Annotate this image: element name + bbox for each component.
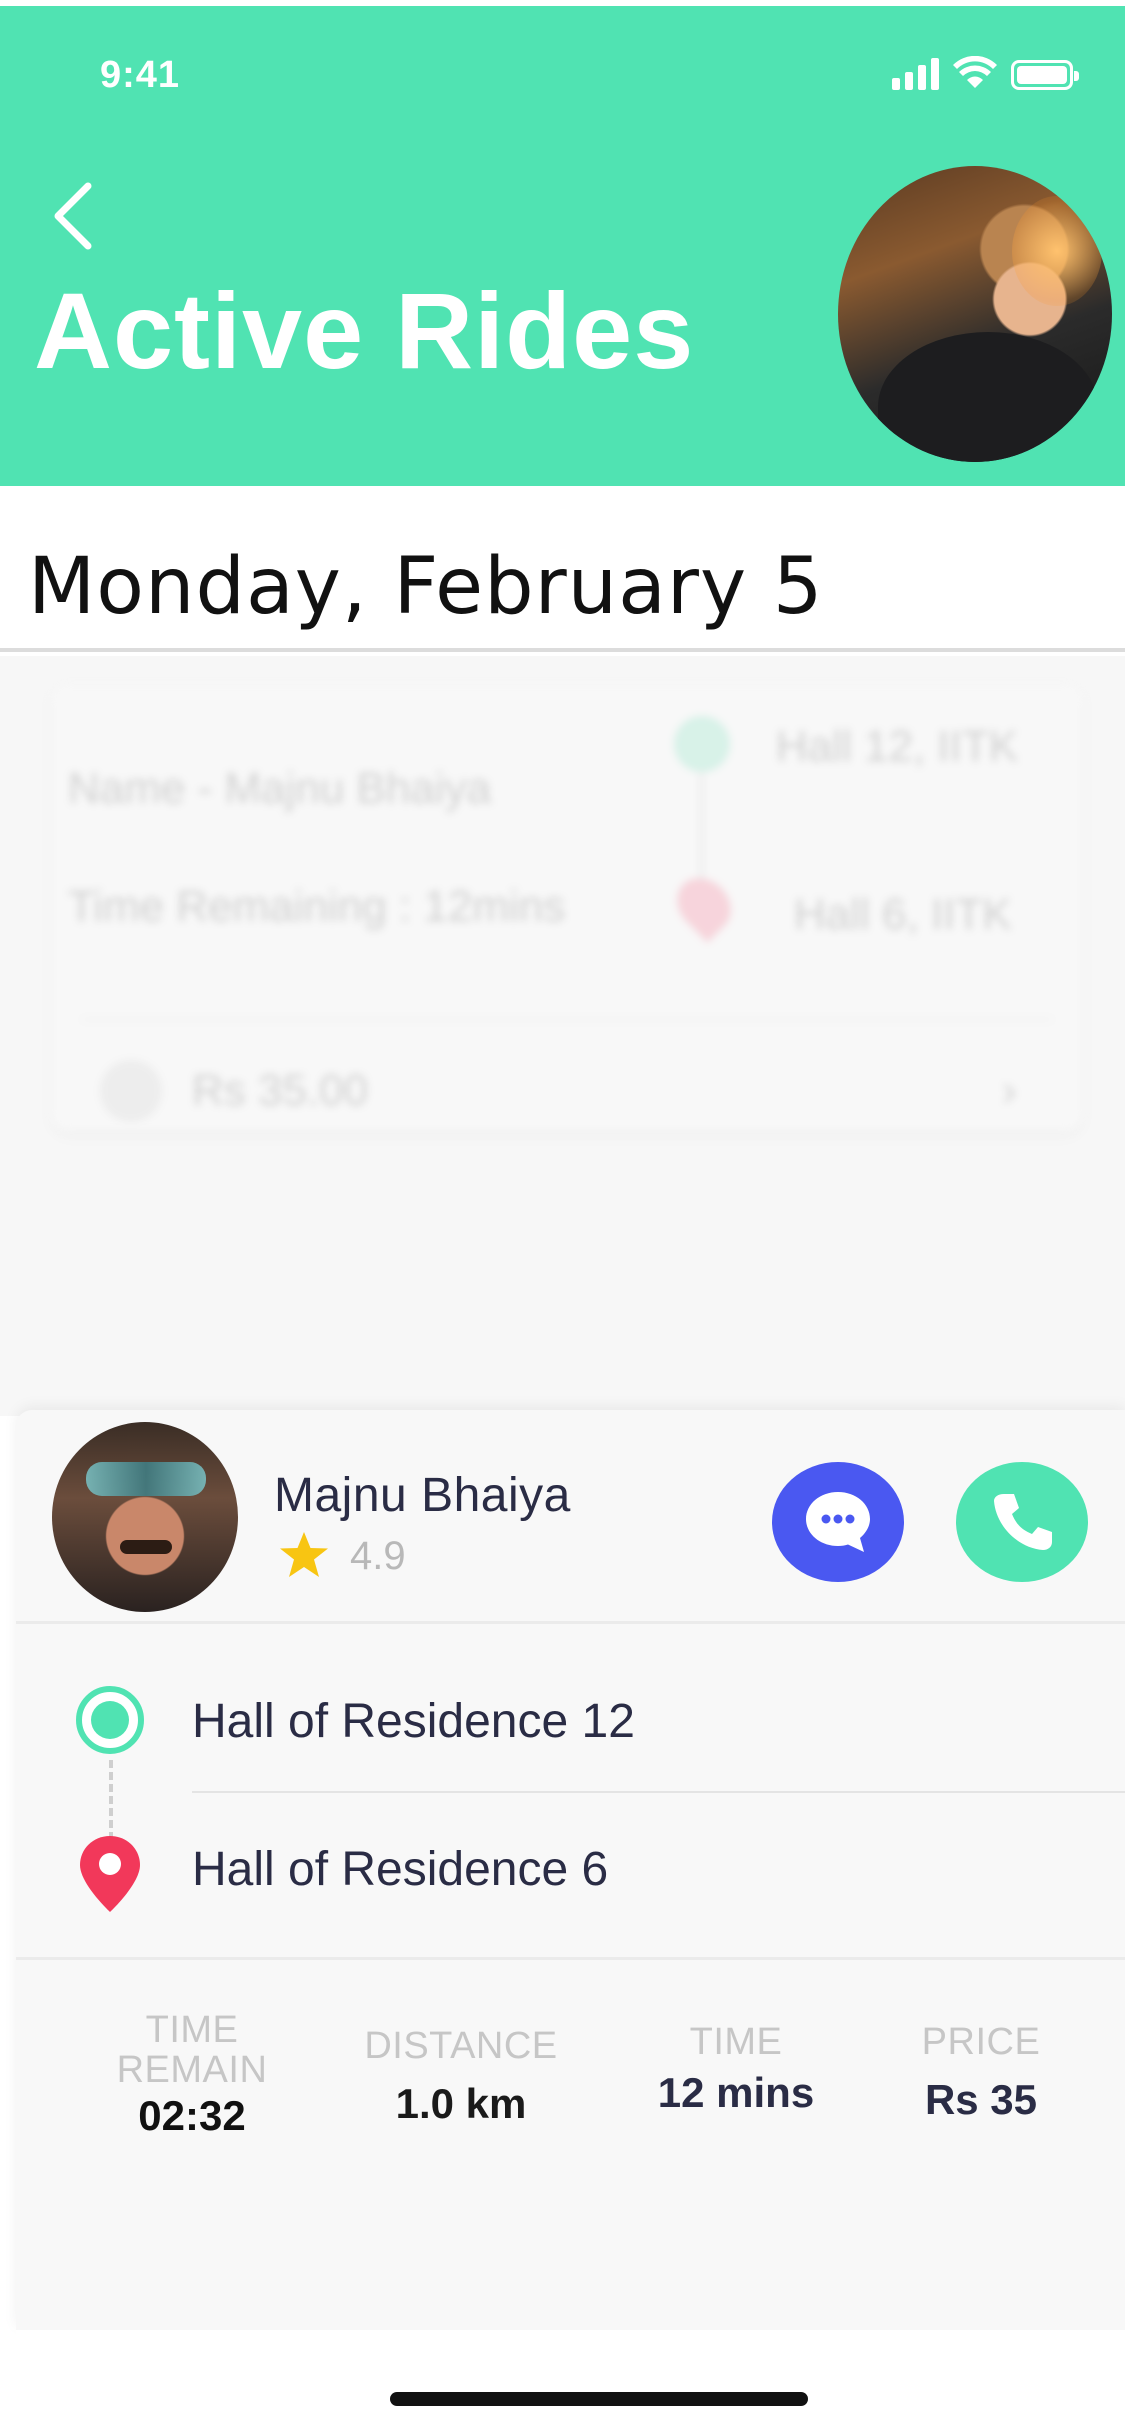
stat-time-remain: TIME REMAIN 02:32 — [112, 2010, 272, 2142]
destination-pin-icon — [666, 867, 742, 943]
star-icon — [280, 1532, 328, 1577]
phone-icon — [994, 1494, 1052, 1550]
home-bar-area — [16, 2330, 1125, 2436]
stat-value: 02:32 — [138, 2092, 246, 2139]
coin-icon — [100, 1060, 162, 1122]
stat-label: DISTANCE — [364, 2025, 558, 2067]
wifi-icon — [953, 56, 997, 88]
stat-distance: DISTANCE 1.0 km — [346, 2026, 576, 2130]
ride-card-divider — [82, 1018, 1052, 1021]
status-time: 9:41 — [100, 54, 181, 96]
stat-label: TIME REMAIN — [116, 2009, 268, 2091]
driver-name: Majnu Bhaiya — [274, 1469, 571, 1522]
ride-card-from: Hall 12, IITK — [776, 722, 1019, 771]
origin-address: Hall of Residence 12 — [192, 1695, 635, 1748]
date-header: Monday, February 5 — [0, 486, 1125, 652]
location-pin-icon — [80, 1836, 140, 1912]
call-button[interactable] — [956, 1462, 1088, 1582]
battery-icon — [1011, 60, 1079, 90]
ride-stats: TIME REMAIN 02:32 DISTANCE 1.0 km TIME 1… — [16, 1960, 1125, 2190]
stat-label: PRICE — [921, 2021, 1041, 2063]
home-indicator[interactable] — [390, 2392, 808, 2406]
destination-address: Hall of Residence 6 — [192, 1843, 609, 1896]
stat-value: 1.0 km — [395, 2080, 527, 2127]
origin-dot-icon — [674, 716, 730, 772]
route-divider — [192, 1791, 1125, 1793]
chat-button[interactable] — [772, 1462, 904, 1582]
rides-list: Name - Majnu Bhaiya Time Remaining : 12m… — [0, 656, 1125, 1416]
status-icons — [892, 56, 1079, 90]
ride-card-to: Hall 6, IITK — [794, 890, 1012, 939]
driver-avatar — [52, 1422, 238, 1612]
route-section: Hall of Residence 12 Hall of Residence 6 — [16, 1624, 1125, 1960]
driver-row: Majnu Bhaiya 4.9 — [16, 1410, 1125, 1624]
ride-card-time: Time Remaining : 12mins — [68, 882, 566, 931]
date-label: Monday, February 5 — [28, 542, 824, 632]
user-avatar[interactable] — [838, 166, 1112, 462]
origin-icon — [76, 1686, 144, 1754]
page-title: Active Rides — [34, 270, 695, 391]
stat-price: PRICE Rs 35 — [896, 2022, 1066, 2126]
chat-icon — [806, 1492, 870, 1552]
app-header: 9:41 Active Rides — [0, 6, 1125, 486]
ride-card-price: Rs 35.00 — [192, 1066, 369, 1115]
driver-rating: 4.9 — [350, 1534, 406, 1578]
stat-label: TIME — [689, 2021, 783, 2063]
stat-value: 12 mins — [657, 2069, 815, 2116]
back-button[interactable] — [44, 178, 104, 254]
route-line — [700, 772, 703, 882]
ride-details-sheet: Majnu Bhaiya 4.9 Hall of Residence 12 Ha… — [16, 1410, 1125, 2330]
stat-value: Rs 35 — [924, 2076, 1038, 2123]
ride-card-name: Name - Majnu Bhaiya — [68, 764, 492, 813]
ride-card[interactable]: Name - Majnu Bhaiya Time Remaining : 12m… — [52, 686, 1082, 1130]
signal-icon — [892, 58, 939, 90]
chevron-right-icon: › — [1002, 1066, 1017, 1115]
route-connector — [109, 1760, 113, 1840]
stat-time: TIME 12 mins — [656, 2022, 816, 2120]
